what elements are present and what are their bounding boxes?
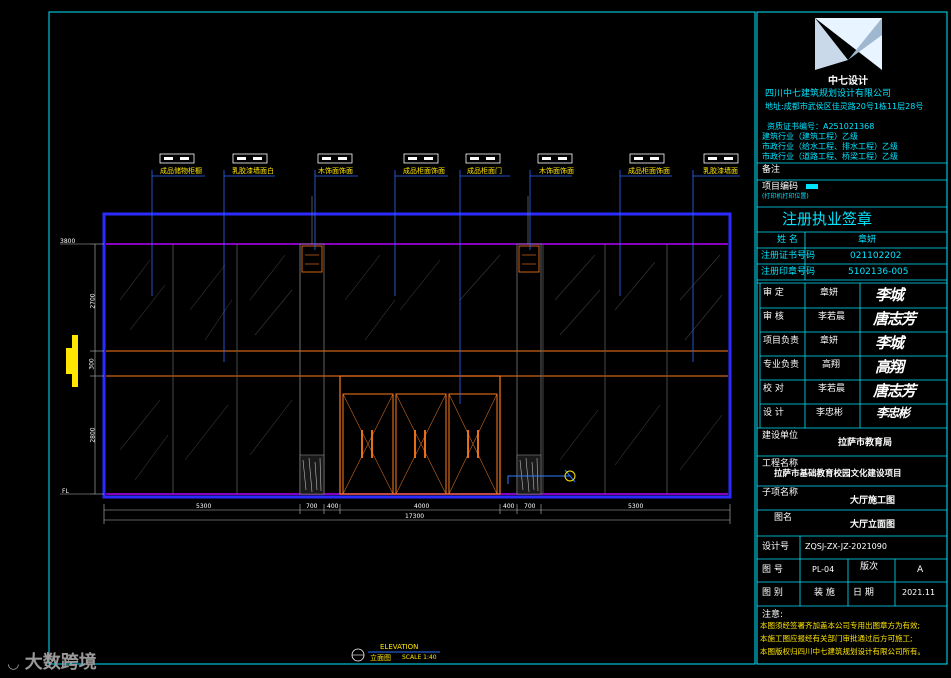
subproject-value: 大厅施工图 xyxy=(850,496,896,506)
role-name: 章妍 xyxy=(820,288,839,298)
note-line: 本图版权归四川中七建筑规划设计有限公司所有。 xyxy=(760,647,925,656)
remarks-label: 备注 xyxy=(762,165,781,175)
category-value: 装 施 xyxy=(814,588,835,598)
design-no-value: ZQSJ-ZX-JZ-2021090 xyxy=(805,542,887,551)
callout-label: 木饰面饰面 xyxy=(318,167,353,175)
note-line: 本施工图应报经有关部门审批通过后方可施工; xyxy=(760,634,913,643)
firm-name: 四川中七建筑规划设计有限公司 xyxy=(765,89,892,99)
category-label: 图 别 xyxy=(762,588,783,598)
role-name: 李若晨 xyxy=(818,312,846,322)
callout-label: 成品柜面饰面 xyxy=(628,167,670,175)
watermark-text: 大数跨境 xyxy=(24,652,97,673)
date-label: 日 期 xyxy=(853,588,874,598)
reg-name-value: 章妍 xyxy=(858,235,877,245)
signature: 李忠彬 xyxy=(876,406,910,420)
callout-label: 成品柜面门 xyxy=(467,167,502,175)
role-label: 校 对 xyxy=(763,384,784,394)
role-name: 章妍 xyxy=(820,336,839,346)
callout-leaders xyxy=(151,170,694,404)
revision-value: A xyxy=(917,565,924,575)
project-code-value xyxy=(806,184,818,189)
callout-label: 乳胶漆墙面白 xyxy=(232,167,274,175)
callout-tags xyxy=(159,153,739,164)
role-name: 李忠彬 xyxy=(816,408,844,418)
cert-line: 市政行业（给水工程、排水工程）乙级 xyxy=(762,142,898,151)
design-no-label: 设计号 xyxy=(762,542,790,552)
horizontal-dim-label: 4000 xyxy=(414,503,430,510)
drawing-name-label: 图名 xyxy=(774,513,793,523)
horizontal-dim-label: 400 xyxy=(327,503,339,510)
level-marker xyxy=(66,335,78,387)
reg-seal-value: 5102136-005 xyxy=(848,267,909,277)
project-code-label: 项目编码 xyxy=(762,182,799,192)
vertical-dim-label: 300 xyxy=(88,358,96,370)
role-name: 李若晨 xyxy=(818,384,846,394)
revision-label: 版次 xyxy=(860,562,879,572)
cert-line: 市政行业（道路工程、桥梁工程）乙级 xyxy=(762,152,898,161)
project-label: 工程名称 xyxy=(762,459,799,469)
date-value: 2021.11 xyxy=(902,588,936,597)
wall-outline xyxy=(102,212,732,499)
view-title-scale: SCALE 1:40 xyxy=(402,654,437,661)
role-name: 高翔 xyxy=(822,360,841,370)
reg-seal-label: 注册印章号码 xyxy=(761,267,816,277)
sheet-no-value: PL-04 xyxy=(812,565,835,574)
horizontal-dim-label: 5300 xyxy=(628,503,644,510)
view-title-cn: 立面图 xyxy=(370,654,391,662)
sheet-no-label: 图 号 xyxy=(762,565,783,575)
signature: 高翔 xyxy=(875,358,904,376)
role-label: 审 核 xyxy=(763,312,784,322)
cert-line: 建筑行业（建筑工程）乙级 xyxy=(762,132,858,141)
client-label: 建设单位 xyxy=(762,431,799,441)
glass-doors xyxy=(339,375,501,495)
project-value: 拉萨市基础教育校园文化建设项目 xyxy=(774,469,902,479)
callout-label: 成品柜面饰面 xyxy=(403,167,445,175)
elevation-view xyxy=(102,196,732,499)
signature: 唐志芳 xyxy=(873,382,916,400)
titleblock-grid xyxy=(757,162,947,607)
client-value: 拉萨市教育局 xyxy=(838,438,893,448)
glass-hatch xyxy=(119,254,723,481)
cert-line: 资质证书编号：A251021368 xyxy=(767,122,875,131)
vertical-dim-label: 2700 xyxy=(89,293,97,309)
role-label: 项目负责 xyxy=(763,336,800,346)
signature: 唐志芳 xyxy=(873,310,916,328)
horizontal-dim-label: 400 xyxy=(503,503,515,510)
horizontal-dim-label: 5300 xyxy=(196,503,212,510)
drawing-name-value: 大厅立面图 xyxy=(850,520,896,530)
vertical-dim-label: 2800 xyxy=(89,427,97,443)
reg-name-label: 姓 名 xyxy=(777,235,798,245)
level-label-bottom: FL xyxy=(62,488,69,495)
signature: 李城 xyxy=(875,286,904,304)
column-left xyxy=(299,243,325,495)
reg-cert-value: 021102202 xyxy=(850,251,902,261)
watermark: ◡ 大数跨境 xyxy=(8,648,97,674)
callout-label: 木饰面饰面 xyxy=(539,167,574,175)
notes-label: 注意: xyxy=(762,610,784,620)
horizontal-dim-label: 700 xyxy=(306,503,318,510)
subproject-label: 子项名称 xyxy=(762,488,799,498)
panel-divisions xyxy=(172,244,668,494)
drawing-frame xyxy=(48,11,756,665)
role-label: 设 计 xyxy=(763,408,784,418)
signature: 李城 xyxy=(875,334,904,352)
role-label: 审 定 xyxy=(763,288,784,298)
level-label-top: 3800 xyxy=(60,238,76,245)
firm-logo xyxy=(815,18,882,70)
callout-label: 成品储物柜橱 xyxy=(160,167,202,175)
project-code-sub: (打印机打印位置) xyxy=(762,193,809,200)
reg-stamp-title: 注册执业签章 xyxy=(782,210,873,228)
callout-label: 乳胶漆墙面 xyxy=(703,167,738,175)
role-label: 专业负责 xyxy=(763,360,800,370)
column-right xyxy=(516,243,542,495)
note-line: 本图须经签署齐加盖本公司专用出图章方为有效; xyxy=(760,621,921,630)
overall-dim-label: 17300 xyxy=(405,513,425,520)
watermark-logo-icon: ◡ xyxy=(8,656,19,672)
reg-cert-label: 注册证书号码 xyxy=(761,251,816,261)
firm-logo-text: 中七设计 xyxy=(828,76,868,87)
view-title-en: ELEVATION xyxy=(380,643,419,651)
horizontal-dim-label: 700 xyxy=(524,503,536,510)
firm-address: 地址:成都市武侯区佳灵路20号1栋11层28号 xyxy=(765,102,924,111)
